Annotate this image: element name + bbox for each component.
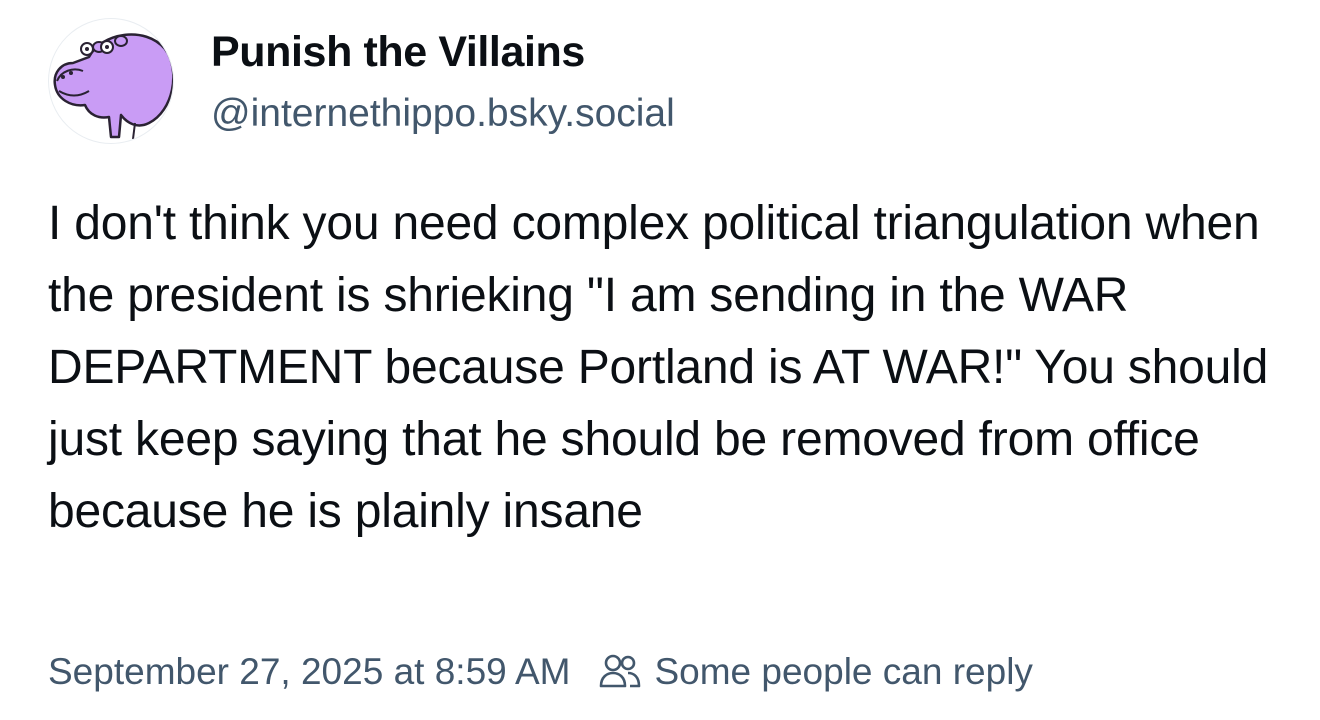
post-footer: September 27, 2025 at 8:59 AM Some peopl… xyxy=(48,646,1033,698)
author-display-name[interactable]: Punish the Villains xyxy=(211,28,585,77)
reply-setting-label: Some people can reply xyxy=(654,651,1033,692)
hippo-icon xyxy=(53,33,173,140)
people-icon xyxy=(598,652,642,692)
post-text: I don't think you need complex political… xyxy=(48,197,1269,538)
post-timestamp[interactable]: September 27, 2025 at 8:59 AM xyxy=(48,651,570,693)
author-avatar[interactable] xyxy=(48,18,174,144)
reply-setting[interactable]: Some people can reply xyxy=(598,651,1033,693)
post-card: Punish the Villains @internethippo.bsky.… xyxy=(0,0,1320,720)
author-handle[interactable]: @internethippo.bsky.social xyxy=(211,92,675,136)
